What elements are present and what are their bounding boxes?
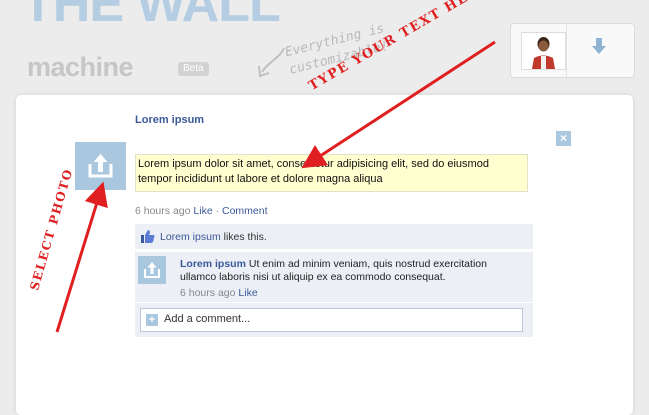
select-photo-arrow	[55, 181, 108, 333]
annotation-arrows	[55, 40, 496, 333]
